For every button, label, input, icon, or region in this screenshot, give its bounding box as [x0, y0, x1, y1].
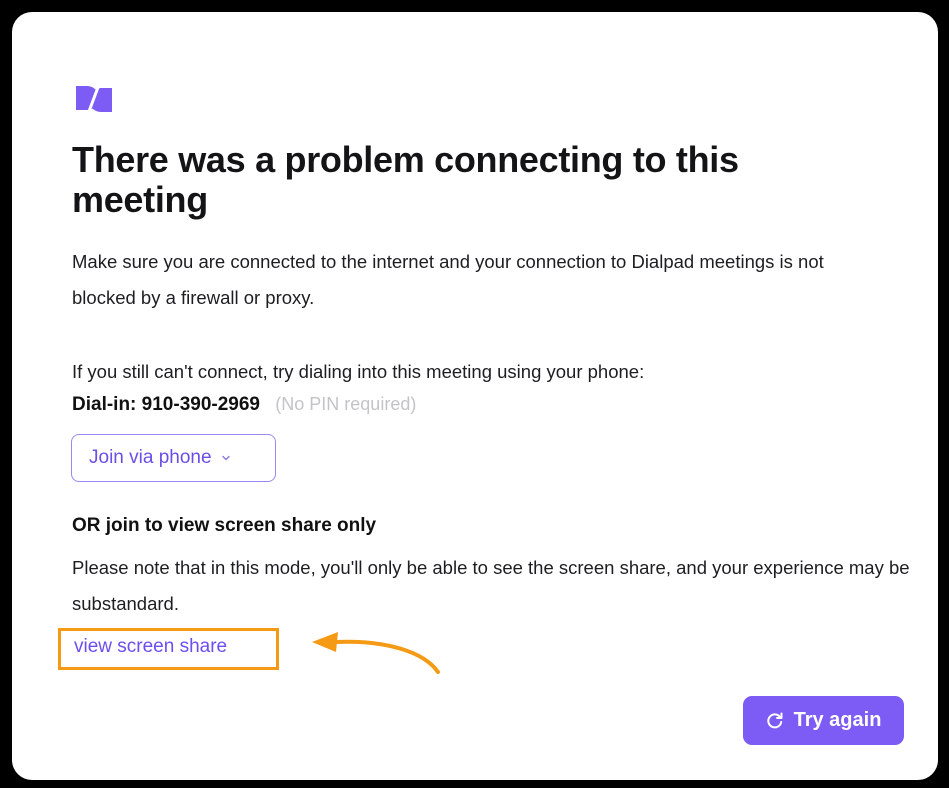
try-again-button[interactable]: Try again [743, 696, 904, 745]
phone-prompt: If you still can't connect, try dialing … [72, 361, 645, 382]
try-again-label: Try again [793, 709, 882, 731]
screen-share-note: Please note that in this mode, you'll on… [72, 557, 910, 614]
chevron-down-icon [221, 455, 230, 461]
dialin-label: Dial-in: [72, 394, 137, 415]
error-dialog: There was a problem connecting to this m… [12, 12, 938, 780]
arrow-annotation-icon [312, 632, 440, 674]
refresh-icon [766, 712, 783, 728]
join-via-phone-label: Join via phone [89, 447, 212, 468]
connection-message: Make sure you are connected to the inter… [72, 251, 824, 308]
dialog-title: There was a problem connecting to this m… [72, 139, 739, 220]
screen-share-heading: OR join to view screen share only [72, 515, 377, 536]
dialin-number: 910-390-2969 [141, 394, 260, 415]
pin-note: (No PIN required) [275, 394, 417, 414]
view-screen-share-link[interactable]: view screen share [74, 630, 227, 664]
dialpad-logo-icon [76, 81, 112, 115]
dialin-info: Dial-in: 910-390-2969 (No PIN required) [72, 386, 416, 423]
join-via-phone-button[interactable]: Join via phone [71, 434, 276, 482]
